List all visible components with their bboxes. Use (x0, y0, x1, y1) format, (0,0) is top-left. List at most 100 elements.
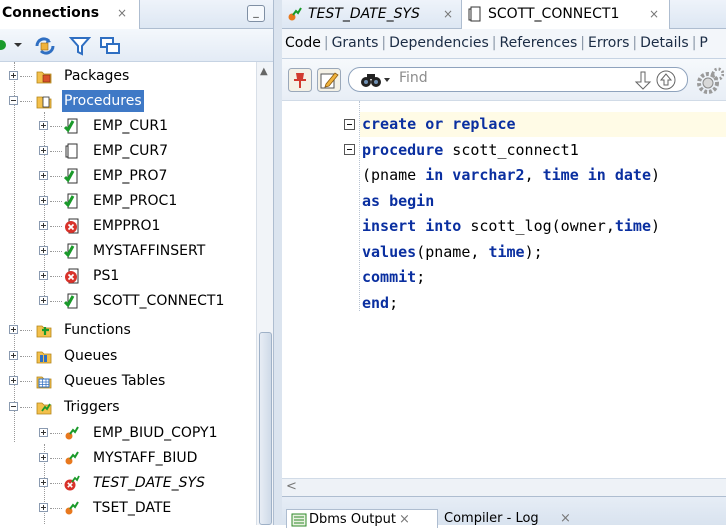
scrollbar-thumb[interactable] (259, 332, 272, 525)
tab-compiler-log[interactable]: Compiler - Log × (444, 509, 584, 528)
tree-item-procedure[interactable]: EMP_PROC1 (0, 190, 256, 212)
close-icon[interactable]: × (649, 0, 659, 28)
procedure-valid-icon (64, 243, 78, 259)
tab-details[interactable]: Details (637, 29, 692, 58)
find-input[interactable]: Find (348, 67, 688, 92)
tree-item-procedure[interactable]: SCOTT_CONNECT1 (0, 290, 256, 312)
code-line[interactable]: end; (362, 291, 398, 316)
filter-icon[interactable] (69, 36, 91, 56)
procedure-folder-icon (36, 96, 52, 109)
tab-dependencies[interactable]: Dependencies (386, 29, 492, 58)
tab-scott-connect1[interactable]: SCOTT_CONNECT1 × (462, 0, 670, 29)
expand-icon[interactable] (39, 146, 48, 155)
tree-item-functions[interactable]: Functions (0, 319, 256, 341)
tree-item-trigger[interactable]: MYSTAFF_BIUD (0, 447, 256, 469)
code-line[interactable]: (pname in varchar2, time in date) (362, 163, 660, 188)
pin-icon[interactable] (288, 68, 312, 92)
tree-scrollbar[interactable]: ▲ (256, 62, 273, 525)
minimize-button[interactable]: _ (247, 5, 265, 22)
expand-icon[interactable] (39, 171, 48, 180)
close-icon[interactable]: × (399, 510, 410, 530)
binoculars-icon[interactable] (359, 71, 395, 89)
code-keyword: time (614, 217, 651, 235)
tree-item-triggers[interactable]: Triggers (0, 396, 256, 418)
code-keyword: values (362, 242, 417, 261)
scroll-left-icon[interactable]: < (286, 479, 297, 494)
expand-icon[interactable] (9, 325, 18, 334)
tab-test-date-sys[interactable]: TEST_DATE_SYS × (282, 0, 462, 29)
gear-icon[interactable] (694, 67, 724, 95)
tab-references[interactable]: References (496, 29, 580, 58)
tree-item-procedures[interactable]: Procedures (0, 90, 256, 112)
refresh-icon[interactable] (33, 36, 57, 56)
find-next-previous-icon[interactable] (631, 70, 681, 90)
code-editor[interactable]: create or replace procedure scott_connect… (282, 101, 726, 478)
fold-toggle-icon[interactable] (344, 144, 355, 155)
fold-toggle-icon[interactable] (344, 119, 355, 130)
tree-connector (50, 176, 62, 177)
expand-icon[interactable] (9, 71, 18, 80)
expand-icon[interactable] (39, 453, 48, 462)
schema-browser-icon[interactable] (98, 36, 122, 56)
editor-horizontal-scrollbar[interactable]: < (282, 478, 726, 496)
collapse-icon[interactable] (9, 96, 18, 105)
close-icon[interactable]: × (560, 509, 571, 529)
tree-item-procedure[interactable]: EMP_PRO7 (0, 165, 256, 187)
tree-item-queues[interactable]: Queues (0, 345, 256, 367)
expand-icon[interactable] (39, 246, 48, 255)
code-line[interactable]: insert into scott_log(owner,time) (362, 214, 660, 239)
expand-icon[interactable] (39, 221, 48, 230)
tab-more[interactable]: P (696, 29, 710, 58)
tree-item-procedure[interactable]: EMP_CUR1 (0, 115, 256, 137)
code-line[interactable]: procedure scott_connect1 (362, 138, 579, 163)
connections-tab[interactable]: Connections × (0, 0, 140, 29)
code-line[interactable]: values(pname, time); (362, 240, 543, 265)
tree-item-label: TSET_DATE (93, 500, 172, 516)
panel-splitter[interactable] (274, 0, 282, 525)
code-line[interactable]: as begin (362, 189, 434, 214)
add-connection-icon[interactable] (0, 36, 26, 54)
code-line[interactable]: commit; (362, 265, 425, 290)
expand-icon[interactable] (9, 376, 18, 385)
expand-icon[interactable] (39, 121, 48, 130)
close-icon[interactable]: × (117, 0, 127, 26)
queue-table-folder-icon (36, 376, 52, 389)
tree-item-label: PS1 (93, 268, 120, 284)
connections-toolbar (0, 29, 273, 62)
tree-item-procedure[interactable]: MYSTAFFINSERT (0, 240, 256, 262)
trigger-icon (65, 426, 79, 440)
tree-item-trigger[interactable]: TEST_DATE_SYS (0, 472, 256, 494)
expand-icon[interactable] (9, 351, 18, 360)
collapse-icon[interactable] (9, 402, 18, 411)
tree-item-label: Triggers (64, 399, 120, 415)
expand-icon[interactable] (39, 271, 48, 280)
tree-connector (20, 381, 32, 382)
tree-item-packages[interactable]: Packages (0, 65, 256, 87)
tree-item-procedure[interactable]: PS1 (0, 265, 256, 287)
edit-icon[interactable] (317, 68, 341, 92)
connections-tab-label: Connections (2, 5, 100, 21)
tab-dbms-output[interactable]: Dbms Output × (286, 509, 438, 528)
function-folder-icon (36, 325, 52, 338)
tree-item-procedure[interactable]: EMP_CUR7 (0, 140, 256, 162)
expand-icon[interactable] (39, 478, 48, 487)
scroll-up-icon[interactable]: ▲ (260, 66, 268, 77)
tree-item-procedure[interactable]: EMPPRO1 (0, 215, 256, 237)
close-icon[interactable]: × (443, 0, 453, 28)
tab-grants[interactable]: Grants (329, 29, 382, 58)
tree-item-trigger[interactable]: TSET_DATE (0, 497, 256, 519)
expand-icon[interactable] (39, 296, 48, 305)
procedure-error-icon (65, 268, 79, 284)
expand-icon[interactable] (39, 196, 48, 205)
tab-code[interactable]: Code (282, 29, 324, 58)
tab-errors[interactable]: Errors (585, 29, 632, 58)
code-text: ) (651, 217, 661, 235)
tree-connector (50, 458, 62, 459)
tree-item-queues-tables[interactable]: Queues Tables (0, 370, 256, 392)
expand-icon[interactable] (39, 428, 48, 437)
expand-icon[interactable] (39, 503, 48, 512)
code-text: ; (389, 293, 399, 312)
code-line[interactable]: create or replace (362, 112, 516, 137)
tab-label: TEST_DATE_SYS (308, 6, 420, 22)
tree-item-trigger[interactable]: EMP_BIUD_COPY1 (0, 422, 256, 444)
